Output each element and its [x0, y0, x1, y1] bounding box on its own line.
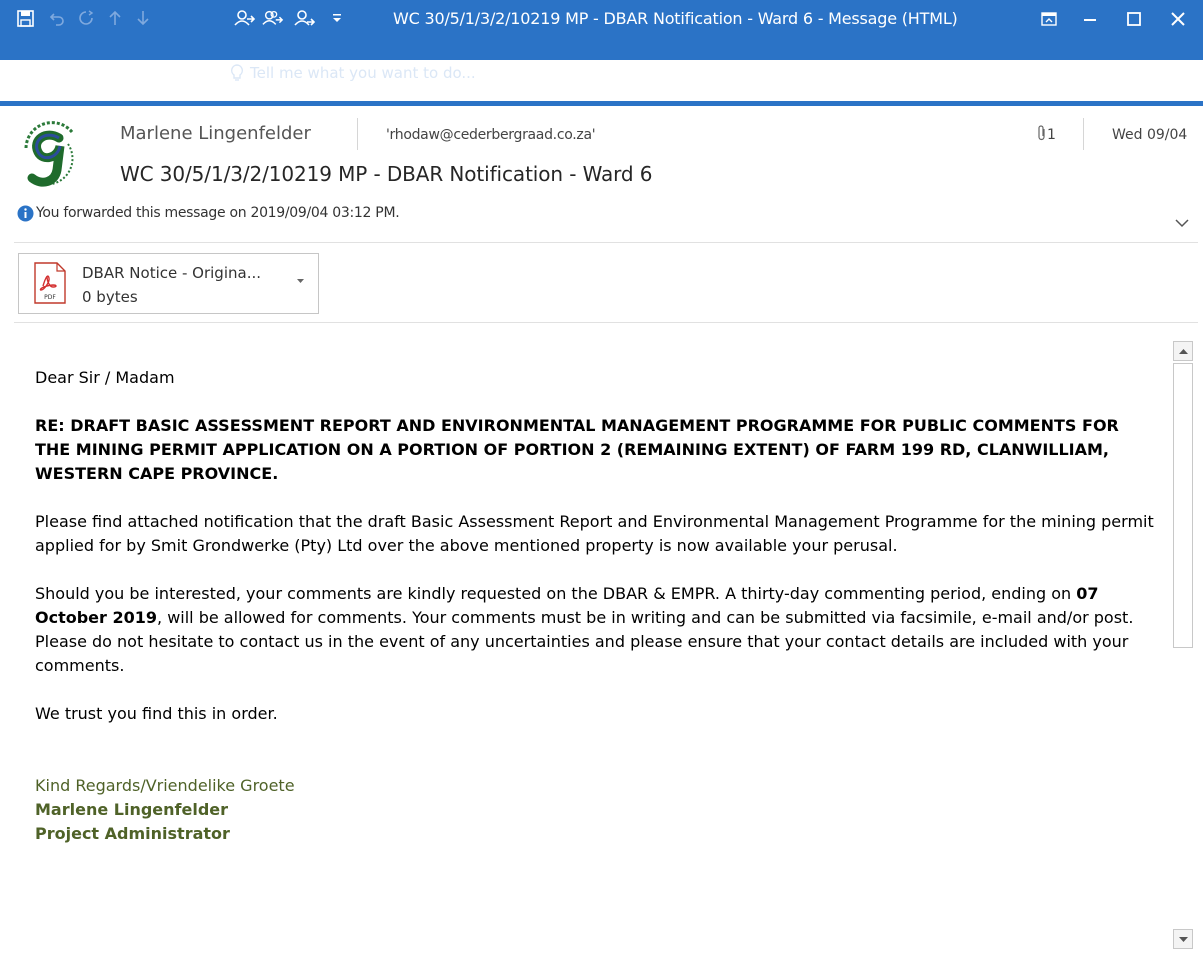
tell-me-search[interactable]: Tell me what you want to do... [230, 64, 476, 82]
signature-name: Marlene Lingenfelder [35, 800, 229, 819]
info-icon [17, 205, 34, 226]
tell-me-placeholder: Tell me what you want to do... [250, 64, 476, 82]
forwarded-info-bar: You forwarded this message on 2019/09/04… [36, 205, 400, 221]
forward-icon[interactable] [294, 7, 316, 29]
lightbulb-icon [230, 64, 244, 81]
close-icon[interactable] [1158, 4, 1198, 34]
sender-name[interactable]: Marlene Lingenfelder [120, 123, 311, 144]
undo-icon[interactable] [46, 7, 68, 29]
save-icon[interactable] [14, 7, 36, 29]
redo-icon[interactable] [75, 7, 97, 29]
ribbon-display-options-icon[interactable] [1029, 4, 1069, 34]
attachment-divider [14, 322, 1198, 323]
header-divider [14, 242, 1198, 243]
maximize-icon[interactable] [1114, 4, 1154, 34]
previous-item-icon[interactable] [104, 7, 126, 29]
attachment-count: 1 [1047, 127, 1056, 143]
tab-message[interactable]: Message [121, 66, 187, 84]
message-date: Wed 09/04 [1112, 127, 1188, 143]
signature-title: Project Administrator [35, 824, 230, 843]
next-item-icon[interactable] [132, 7, 154, 29]
attachment-name: DBAR Notice - Origina... [82, 264, 261, 282]
body-paragraph-2: Should you be interested, your comments … [35, 582, 1155, 678]
message-subject: WC 30/5/1/3/2/10219 MP - DBAR Notificati… [120, 162, 653, 186]
recipient[interactable]: 'rhodaw@cederbergraad.co.za' [386, 127, 596, 143]
ribbon-collapsed-bar [0, 101, 1203, 106]
title-bar: WC 30/5/1/3/2/10219 MP - DBAR Notificati… [0, 0, 1203, 84]
paragraph-2-text: Should you be interested, your comments … [35, 584, 1077, 603]
paperclip-icon [1037, 124, 1047, 146]
svg-text:PDF: PDF [44, 294, 56, 301]
attachment-item[interactable]: PDF DBAR Notice - Origina... 0 bytes [18, 253, 319, 314]
attachment-size: 0 bytes [82, 288, 138, 306]
header-separator [357, 118, 358, 150]
closing-line: We trust you find this in order. [35, 704, 278, 723]
customize-qat-icon[interactable] [330, 7, 344, 29]
minimize-icon[interactable] [1070, 4, 1110, 34]
vertical-scrollbar[interactable] [1172, 339, 1194, 949]
chevron-down-icon[interactable] [1172, 216, 1192, 230]
pdf-file-icon: PDF [34, 262, 66, 304]
body-paragraph-1: Please find attached notification that t… [35, 512, 1154, 555]
signature-regards: Kind Regards/Vriendelike Groete [35, 776, 295, 795]
scroll-up-arrow-icon[interactable] [1173, 341, 1193, 361]
attachment-dropdown-icon[interactable] [291, 272, 309, 290]
message-body: Dear Sir / Madam RE: DRAFT BASIC ASSESSM… [35, 366, 1155, 846]
reply-all-icon[interactable] [262, 7, 284, 29]
window-title: WC 30/5/1/3/2/10219 MP - DBAR Notificati… [393, 9, 958, 28]
scrollbar-thumb[interactable] [1173, 363, 1193, 648]
reply-icon[interactable] [234, 7, 256, 29]
cederberg-municipality-logo [14, 118, 90, 192]
scroll-down-arrow-icon[interactable] [1173, 929, 1193, 949]
body-heading: RE: DRAFT BASIC ASSESSMENT REPORT AND EN… [35, 416, 1119, 483]
paragraph-2-text-end: , will be allowed for comments. Your com… [35, 608, 1134, 675]
greeting: Dear Sir / Madam [35, 368, 175, 387]
tab-file[interactable]: File [36, 66, 61, 84]
header-separator [1083, 118, 1084, 150]
